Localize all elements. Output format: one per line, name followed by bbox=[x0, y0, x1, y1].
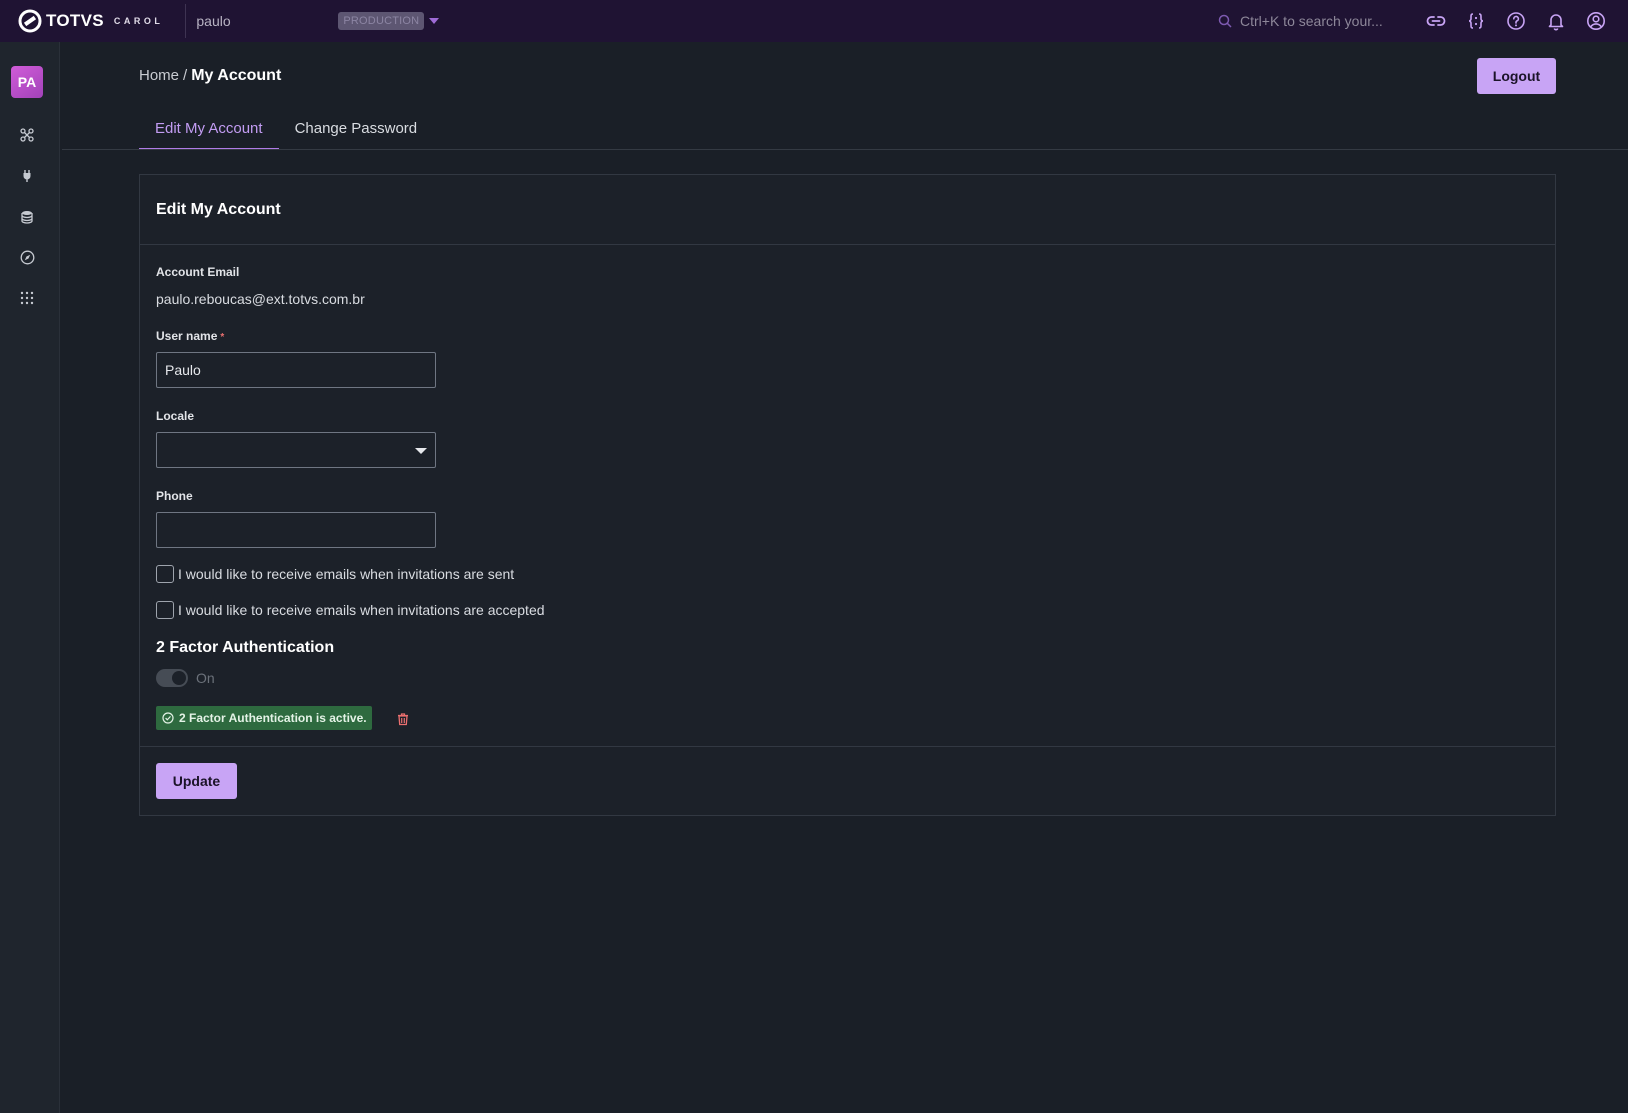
email-label: Account Email bbox=[156, 265, 240, 279]
invitations-accepted-checkbox[interactable] bbox=[156, 601, 174, 619]
top-bar: TOTVS CAROL paulo PRODUCTION Ctrl+K to s… bbox=[0, 0, 1628, 42]
email-value: paulo.reboucas@ext.totvs.com.br bbox=[156, 291, 365, 307]
edit-account-card: Edit My Account Account Email paulo.rebo… bbox=[139, 174, 1556, 816]
invitations-sent-checkbox[interactable] bbox=[156, 565, 174, 583]
twofa-status-text: 2 Factor Authentication is active. bbox=[179, 711, 367, 725]
twofa-toggle[interactable] bbox=[156, 669, 188, 687]
brand[interactable]: TOTVS CAROL bbox=[18, 9, 163, 33]
tab-change-password[interactable]: Change Password bbox=[279, 108, 434, 150]
logout-button[interactable]: Logout bbox=[1477, 58, 1556, 94]
search-placeholder[interactable]: Ctrl+K to search your... bbox=[1240, 13, 1383, 29]
required-mark: * bbox=[220, 332, 225, 343]
compass-icon[interactable] bbox=[17, 247, 37, 267]
page-title: My Account bbox=[191, 67, 282, 84]
locale-label: Locale bbox=[156, 409, 195, 423]
twofa-title: 2 Factor Authentication bbox=[156, 639, 335, 656]
brand-name: TOTVS bbox=[46, 11, 104, 30]
twofa-toggle-label: On bbox=[196, 670, 215, 686]
topbar-actions bbox=[1424, 0, 1608, 42]
user-circle-icon[interactable] bbox=[1584, 9, 1608, 33]
trash-icon[interactable] bbox=[396, 712, 410, 726]
plug-icon[interactable] bbox=[17, 166, 37, 186]
card-header-divider bbox=[140, 244, 1555, 245]
bell-icon[interactable] bbox=[1544, 9, 1568, 33]
tab-bar-divider bbox=[62, 149, 1628, 150]
code-braces-icon[interactable] bbox=[1464, 9, 1488, 33]
totvs-logo-icon bbox=[18, 9, 42, 33]
toggle-knob bbox=[172, 671, 186, 685]
database-icon[interactable] bbox=[17, 207, 37, 227]
update-button[interactable]: Update bbox=[156, 763, 237, 799]
link-icon[interactable] bbox=[1424, 9, 1448, 33]
invitations-accepted-label[interactable]: I would like to receive emails when invi… bbox=[178, 602, 545, 618]
tenant-name[interactable]: paulo bbox=[196, 13, 336, 29]
phone-label: Phone bbox=[156, 489, 193, 503]
global-search[interactable]: Ctrl+K to search your... bbox=[1218, 0, 1383, 42]
breadcrumb: Home / My Account bbox=[139, 67, 281, 85]
phone-input[interactable] bbox=[156, 512, 436, 548]
twofa-status-badge: 2 Factor Authentication is active. bbox=[156, 706, 372, 730]
breadcrumb-separator: / bbox=[183, 67, 188, 84]
locale-select[interactable] bbox=[156, 432, 436, 468]
chevron-down-icon[interactable] bbox=[429, 18, 440, 24]
username-label: User name * bbox=[156, 329, 224, 343]
pipeline-icon[interactable] bbox=[17, 125, 37, 145]
card-footer-divider bbox=[140, 746, 1555, 747]
sidebar: PA bbox=[0, 42, 60, 1113]
breadcrumb-home[interactable]: Home bbox=[139, 67, 179, 84]
help-icon[interactable] bbox=[1504, 9, 1528, 33]
search-icon bbox=[1218, 14, 1232, 28]
topbar-divider bbox=[185, 4, 187, 38]
environment-badge[interactable]: PRODUCTION bbox=[338, 12, 425, 30]
card-title: Edit My Account bbox=[156, 201, 281, 218]
invitations-sent-option[interactable]: I would like to receive emails when invi… bbox=[156, 565, 514, 583]
tab-bar: Edit My Account Change Password bbox=[139, 108, 433, 150]
invitations-sent-label[interactable]: I would like to receive emails when invi… bbox=[178, 566, 514, 582]
twofa-toggle-row: On bbox=[156, 669, 215, 687]
tab-edit-my-account[interactable]: Edit My Account bbox=[139, 108, 279, 150]
username-input[interactable]: Paulo bbox=[156, 352, 436, 388]
check-circle-icon bbox=[162, 712, 174, 724]
apps-grid-icon[interactable] bbox=[17, 288, 37, 308]
invitations-accepted-option[interactable]: I would like to receive emails when invi… bbox=[156, 601, 545, 619]
chevron-down-icon[interactable] bbox=[415, 448, 427, 454]
brand-subtitle: CAROL bbox=[113, 16, 164, 26]
username-label-text: User name bbox=[156, 329, 218, 343]
avatar[interactable]: PA bbox=[11, 66, 43, 98]
